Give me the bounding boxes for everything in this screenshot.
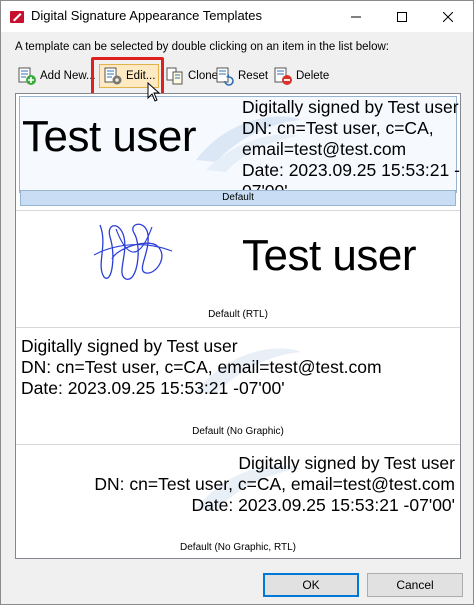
signature-line: email=test@test.com bbox=[242, 139, 407, 159]
signature-line: Digitally signed by Test user bbox=[242, 97, 459, 117]
signature-line: Date: 2023.09.25 15:53:21 -07'00' bbox=[191, 495, 455, 515]
close-button[interactable] bbox=[425, 1, 471, 32]
add-new-label: Add New... bbox=[40, 70, 96, 82]
edit-label: Edit... bbox=[126, 70, 156, 82]
delete-button[interactable]: Delete bbox=[273, 64, 329, 88]
signature-line: DN: cn=Test user, c=CA, email=test@test.… bbox=[21, 357, 382, 377]
signature-details: Digitally signed by Test user DN: cn=Tes… bbox=[242, 97, 460, 202]
edit-button[interactable]: Edit... bbox=[99, 64, 160, 88]
template-caption: Default (No Graphic) bbox=[192, 426, 284, 437]
template-caption: Default (RTL) bbox=[208, 309, 268, 320]
add-new-button[interactable]: Add New... bbox=[17, 64, 96, 88]
app-icon bbox=[10, 11, 24, 23]
template-item-default-rtl[interactable]: Test user Default (RTL) bbox=[16, 211, 460, 327]
signature-line: Digitally signed by Test user bbox=[238, 453, 455, 473]
cancel-button[interactable]: Cancel bbox=[367, 573, 463, 597]
dialog-window: Digital Signature Appearance Templates A… bbox=[0, 0, 474, 605]
template-caption: Default bbox=[222, 192, 254, 203]
clone-icon bbox=[166, 67, 183, 85]
template-list[interactable]: Test user Digitally signed by Test user … bbox=[15, 93, 461, 559]
signature-line: DN: cn=Test user, c=CA, bbox=[242, 118, 434, 138]
clone-button[interactable]: Clone bbox=[165, 64, 218, 88]
template-item-default-no-graphic-rtl[interactable]: Digitally signed by Test user DN: cn=Tes… bbox=[16, 445, 460, 558]
template-item-default-no-graphic[interactable]: Digitally signed by Test user DN: cn=Tes… bbox=[16, 328, 460, 444]
reset-label: Reset bbox=[238, 70, 269, 82]
handwritten-signature-graphic bbox=[93, 223, 173, 280]
reset-button[interactable]: Reset bbox=[215, 64, 268, 88]
maximize-icon bbox=[397, 11, 407, 22]
signature-details: Digitally signed by Test user DN: cn=Tes… bbox=[21, 336, 382, 399]
instruction-text: A template can be selected by double cli… bbox=[15, 41, 389, 53]
template-caption: Default (No Graphic, RTL) bbox=[180, 542, 296, 553]
maximize-button[interactable] bbox=[379, 1, 425, 32]
signature-line: DN: cn=Test user, c=CA, email=test@test.… bbox=[94, 474, 455, 494]
title-bar[interactable]: Digital Signature Appearance Templates bbox=[1, 1, 473, 32]
minimize-button[interactable] bbox=[333, 1, 379, 32]
signature-details: Digitally signed by Test user DN: cn=Tes… bbox=[94, 453, 455, 516]
signature-line: Date: 2023.09.25 15:53:21 -07'00' bbox=[21, 378, 285, 398]
signer-name: Test user bbox=[242, 231, 417, 280]
add-template-icon bbox=[18, 67, 36, 85]
window-title: Digital Signature Appearance Templates bbox=[31, 8, 263, 23]
edit-template-icon bbox=[104, 67, 122, 85]
delete-label: Delete bbox=[296, 70, 330, 82]
signer-name: Test user bbox=[22, 112, 197, 161]
reset-icon bbox=[216, 67, 234, 86]
signature-line: Date: 2023.09.25 15:53:21 - bbox=[242, 160, 460, 180]
toolbar: Add New... Edit... Clone Reset Delete bbox=[15, 62, 460, 90]
minimize-icon bbox=[351, 16, 361, 17]
template-item-default[interactable]: Test user Digitally signed by Test user … bbox=[16, 94, 460, 210]
ok-button[interactable]: OK bbox=[263, 573, 359, 597]
delete-icon bbox=[274, 67, 292, 85]
signature-line: Digitally signed by Test user bbox=[21, 336, 238, 356]
close-icon bbox=[443, 11, 453, 22]
clone-label: Clone bbox=[188, 70, 219, 82]
